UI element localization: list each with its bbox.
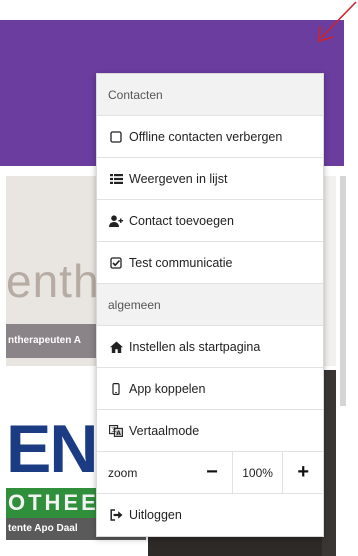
translate-icon: 文A bbox=[109, 424, 123, 438]
menu-section-contacts: Contacten bbox=[97, 74, 323, 116]
menu-item-set-start-page[interactable]: Instellen als startpagina bbox=[97, 326, 323, 368]
scrollbar[interactable] bbox=[340, 176, 346, 406]
menu-item-label: Instellen als startpagina bbox=[129, 339, 261, 354]
menu-item-test-communication[interactable]: Test communicatie bbox=[97, 242, 323, 284]
zoom-in-button[interactable]: + bbox=[283, 452, 323, 494]
svg-text:A: A bbox=[116, 430, 121, 437]
zoom-out-button[interactable]: − bbox=[192, 452, 232, 494]
zoom-label: zoom bbox=[108, 465, 138, 480]
menu-item-translate-mode[interactable]: 文A Vertaalmode bbox=[97, 410, 323, 452]
options-menu: Contacten Offline contacten verbergen We… bbox=[96, 73, 324, 537]
tile-edge bbox=[322, 176, 336, 366]
menu-item-label: Uitloggen bbox=[129, 508, 182, 522]
mobile-icon bbox=[109, 382, 123, 396]
menu-item-label: Contact toevoegen bbox=[129, 213, 234, 228]
menu-item-label: Offline contacten verbergen bbox=[129, 129, 283, 144]
list-icon bbox=[109, 172, 123, 186]
user-plus-icon bbox=[109, 214, 123, 228]
sign-out-icon bbox=[109, 508, 123, 522]
checkbox-empty-icon bbox=[109, 130, 123, 144]
menu-item-add-contact[interactable]: Contact toevoegen bbox=[97, 200, 323, 242]
tile-logo-text: EN bbox=[6, 411, 98, 487]
menu-section-general: algemeen bbox=[97, 284, 323, 326]
zoom-control: zoom − 100% + bbox=[97, 451, 323, 494]
menu-item-label: App koppelen bbox=[129, 381, 206, 396]
menu-item-hide-offline-contacts[interactable]: Offline contacten verbergen bbox=[97, 116, 323, 158]
menu-item-label: Test communicatie bbox=[129, 255, 233, 270]
menu-item-logout[interactable]: Uitloggen bbox=[97, 494, 323, 536]
menu-item-show-as-list[interactable]: Weergeven in lijst bbox=[97, 158, 323, 200]
checkbox-checked-icon bbox=[109, 256, 123, 270]
annotation-arrow-icon bbox=[318, 1, 357, 43]
zoom-value: 100% bbox=[231, 451, 284, 494]
menu-item-link-app[interactable]: App koppelen bbox=[97, 368, 323, 410]
tile-edge bbox=[322, 370, 336, 556]
menu-item-label: Weergeven in lijst bbox=[129, 171, 228, 186]
menu-item-label: Vertaalmode bbox=[129, 423, 200, 438]
home-icon bbox=[109, 340, 123, 354]
